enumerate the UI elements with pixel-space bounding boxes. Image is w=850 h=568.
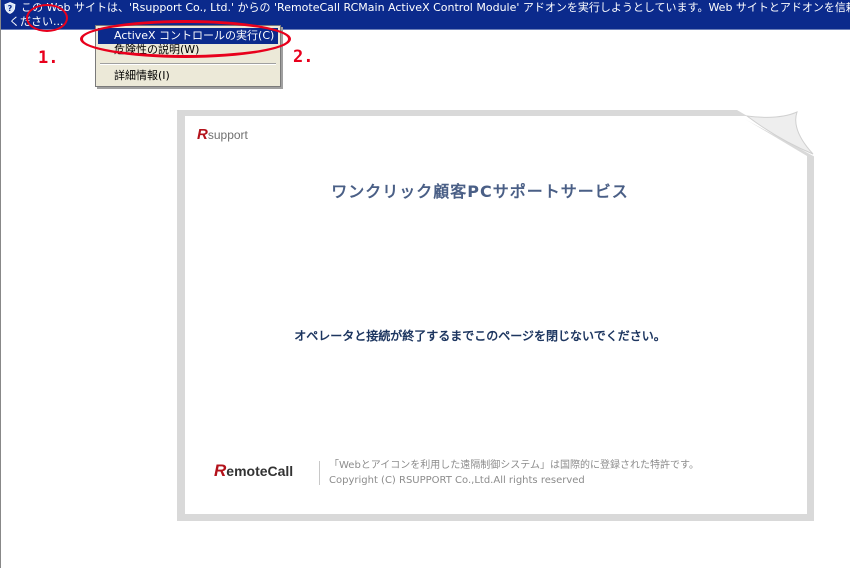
footer-text: 「Webとアイコンを利用した遠隔制御システム」は国際的に登録された特許です。 C… [329,458,699,488]
step-marker-1: 1. [38,48,59,68]
copyright: Copyright (C) RSUPPORT Co.,Ltd.All right… [329,475,585,486]
menu-item-risk-explanation[interactable]: 危険性の説明(W) [98,42,278,58]
remotecall-logo-text: emoteCall [226,463,294,479]
menu-separator [100,63,276,65]
remotecall-logo: RemoteCall [214,461,293,481]
menu-item-more-info[interactable]: 詳細情報(I) [98,68,278,84]
page-curl-icon [739,111,817,158]
page-title: ワンクリック顧客PCサポートサービス [331,182,629,201]
browser-viewport: ? この Web サイトは、'Rsupport Co., Ltd.' からの '… [0,0,850,568]
rsupport-logo-mark: R [197,126,208,143]
rsupport-logo-text: support [207,128,248,142]
rsupport-logo: Rsupport [197,126,248,146]
step-marker-2: 2. [293,47,314,67]
footer-divider [319,461,320,485]
notice-message: オペレータと接続が終了するまでこのページを閉じないでください。 [294,329,666,343]
svg-text:?: ? [8,4,13,13]
remotecall-logo-mark: R [214,461,227,480]
support-card [185,116,807,514]
shield-icon: ? [4,2,16,14]
patent-notice: 「Webとアイコンを利用した遠隔制御システム」は国際的に登録された特許です。 [329,460,700,471]
context-menu: ActiveX コントロールの実行(C) 危険性の説明(W) 詳細情報(I) [95,25,281,87]
information-bar-text-line1: この Web サイトは、'Rsupport Co., Ltd.' からの 'Re… [21,1,850,14]
